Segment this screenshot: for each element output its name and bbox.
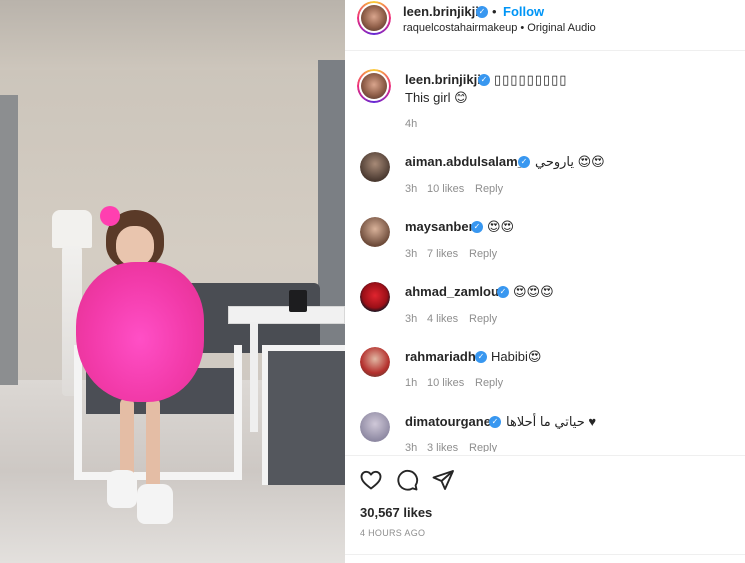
comment-item: aiman.abdulsalam_ ✓ ياروحي 😍😍 3h 10 like… [345,150,745,210]
video-scene-shoe-right [137,484,173,524]
comment-text: حياتي ما أحلاها ♥ [506,414,597,429]
commenter-avatar-photo [360,347,390,377]
comment-username[interactable]: rahmariadh [405,349,476,364]
video-scene-wall [318,60,345,390]
commenter-avatar-photo [360,412,390,442]
comment-item: maysanber ✓ 😍😍 3h 7 likes Reply [345,215,745,275]
caption-avatar[interactable] [357,69,391,103]
actions-divider [345,455,745,456]
reply-button[interactable]: Reply [469,442,497,452]
verified-badge-icon: ✓ [497,286,509,298]
commenter-avatar-photo [360,282,390,312]
caption-heading: ▯▯▯▯▯▯▯▯▯ [494,72,568,87]
video-scene-girl-face [116,226,154,266]
video-scene-leg-left [120,398,134,478]
verified-badge-icon: ✓ [489,416,501,428]
commenter-avatar[interactable] [360,152,390,182]
video-scene-table-leg [250,322,258,432]
comment-time[interactable]: 3h [405,248,417,260]
video-scene-lamp [52,210,92,248]
commenter-avatar-photo [360,217,390,247]
comment-text: ياروحي 😍😍 [535,154,605,169]
video-scene-ceiling [0,0,345,70]
video-scene-door [0,95,18,385]
comment-text: 😍😍 [487,219,515,234]
comment-username[interactable]: maysanber [405,219,474,234]
video-scene-shoe-left [107,470,137,508]
verified-badge-icon: ✓ [475,351,487,363]
comment-text: Habibi😍 [491,349,542,364]
video-scene-pink-dress [76,262,204,402]
video-scene-hair-bow [100,206,120,226]
post-side-panel: leen.brinjikji ✓ • Follow raquelcostahai… [345,0,745,563]
comment-time[interactable]: 3h [405,183,417,195]
caption-time[interactable]: 4h [405,118,417,130]
comment-text: 😍😍😍 [513,284,554,299]
heart-icon[interactable] [359,468,383,492]
comment-likes[interactable]: 4 likes [427,313,458,325]
comment-likes[interactable]: 3 likes [427,442,458,452]
comment-item: dimatourgane ✓ حياتي ما أحلاها ♥ 3h 3 li… [345,410,745,470]
follow-button[interactable]: Follow [503,4,544,19]
caption-text: This girl 😊 [405,90,468,105]
verified-badge-icon: ✓ [476,6,488,18]
comment-time[interactable]: 1h [405,377,417,389]
commenter-avatar-photo [360,152,390,182]
comment-username[interactable]: ahmad_zamlout [405,284,503,299]
reply-button[interactable]: Reply [475,377,503,389]
video-scene-table [228,306,345,324]
post-video[interactable] [0,0,345,563]
video-scene-chair-right [262,345,345,485]
caption-username[interactable]: leen.brinjikji [405,72,481,87]
footer-divider [345,554,745,555]
verified-badge-icon: ✓ [518,156,530,168]
verified-badge-icon: ✓ [478,74,490,86]
reply-button[interactable]: Reply [469,313,497,325]
audio-credit-link[interactable]: raquelcostahairmakeup • Original Audio [403,22,596,34]
commenter-avatar[interactable] [360,412,390,442]
post-timestamp[interactable]: 4 HOURS AGO [360,528,425,538]
comment-time[interactable]: 3h [405,313,417,325]
comment-item: rahmariadh ✓ Habibi😍 1h 10 likes Reply [345,345,745,405]
author-username[interactable]: leen.brinjikji [403,4,479,19]
header-separator: • [492,4,497,19]
likes-count[interactable]: 30,567 likes [360,505,432,520]
video-scene-cup [289,290,307,312]
comment-likes[interactable]: 7 likes [427,248,458,260]
commenter-avatar[interactable] [360,217,390,247]
comment-bubble-icon[interactable] [395,468,419,492]
paper-plane-icon[interactable] [431,468,455,492]
comment-time[interactable]: 3h [405,442,417,452]
commenter-avatar[interactable] [360,347,390,377]
instagram-post-modal: leen.brinjikji ✓ • Follow raquelcostahai… [0,0,745,563]
commenter-avatar[interactable] [360,282,390,312]
reply-button[interactable]: Reply [469,248,497,260]
comment-username[interactable]: dimatourgane [405,414,491,429]
comment-username[interactable]: aiman.abdulsalam_ [405,154,525,169]
header-divider [345,50,745,51]
verified-badge-icon: ✓ [471,221,483,233]
comment-item: ahmad_zamlout ✓ 😍😍😍 3h 4 likes Reply [345,280,745,340]
comment-likes[interactable]: 10 likes [427,183,464,195]
comment-likes[interactable]: 10 likes [427,377,464,389]
author-avatar[interactable] [357,1,391,35]
video-scene-leg-right [146,398,160,490]
reply-button[interactable]: Reply [475,183,503,195]
